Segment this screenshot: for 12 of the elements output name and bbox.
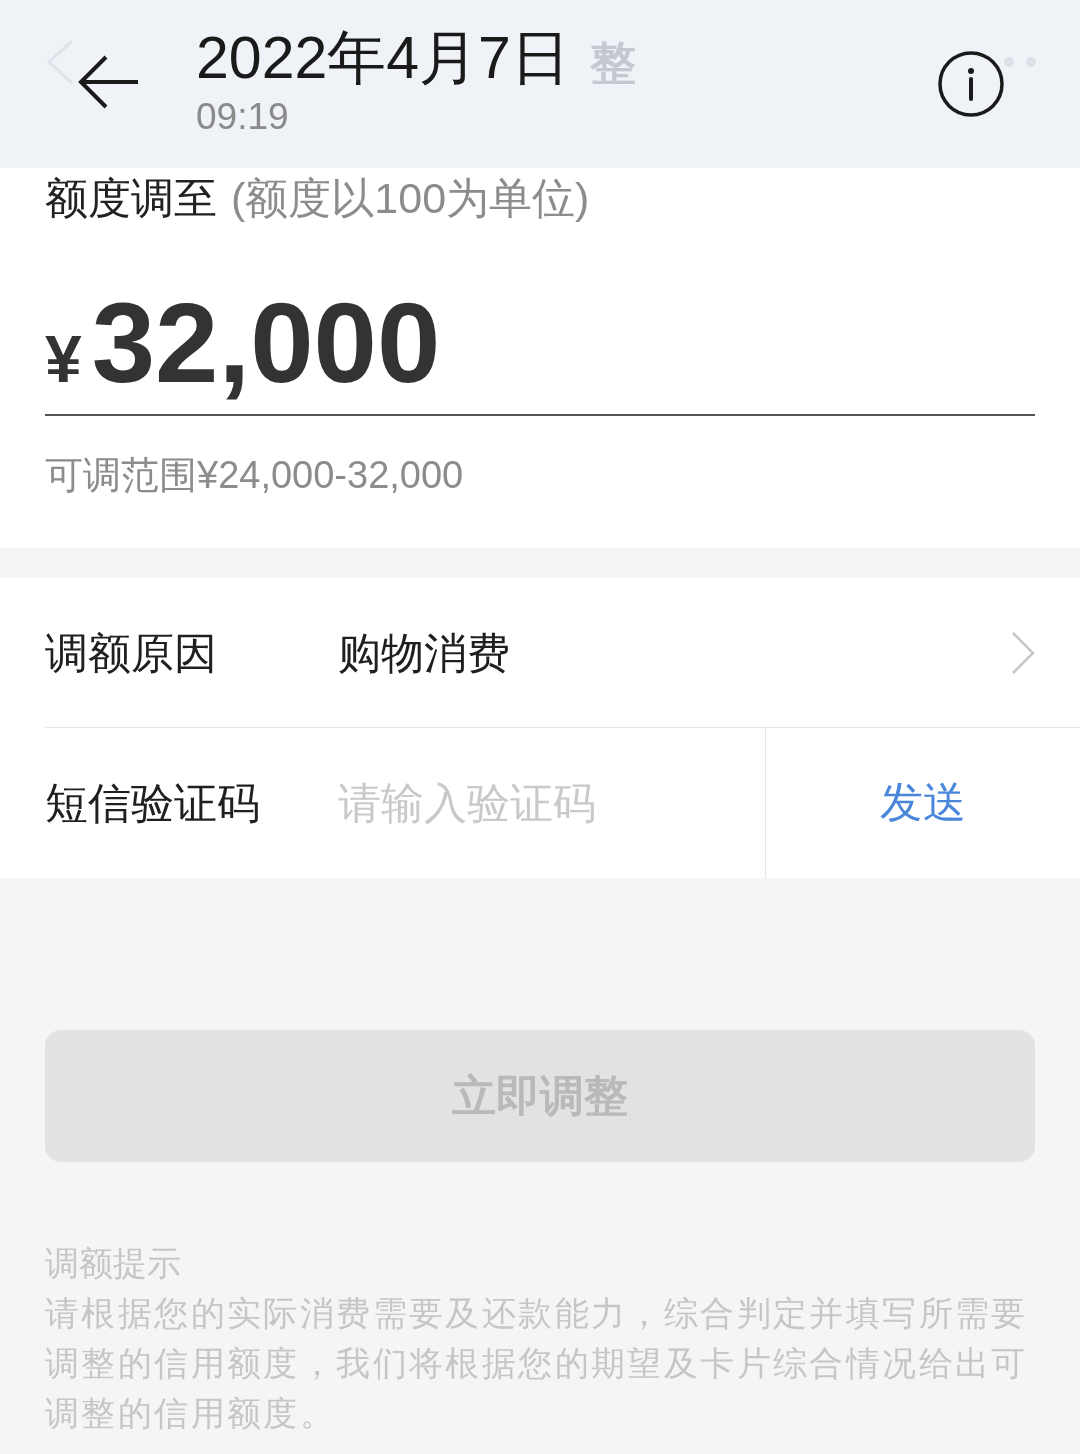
limit-label: 额度调至 [45,173,217,224]
photo-time: 09:19 [196,95,289,139]
limit-hint: (额度以100为单位) [231,173,590,224]
code-label: 短信验证码 [45,778,261,829]
send-button[interactable]: 发送 [765,728,1080,878]
amount-field[interactable]: ¥32,000 [45,286,1035,416]
reason-value[interactable]: 购物消费 [338,622,1011,683]
reason-label: 调额原因 [45,627,218,679]
range-text: 可调范围¥24,000-32,000 [45,453,464,498]
info-icon[interactable] [938,51,1004,117]
photo-date: 2022年4月7日 [196,24,570,93]
back-arrow-icon[interactable] [78,54,140,110]
